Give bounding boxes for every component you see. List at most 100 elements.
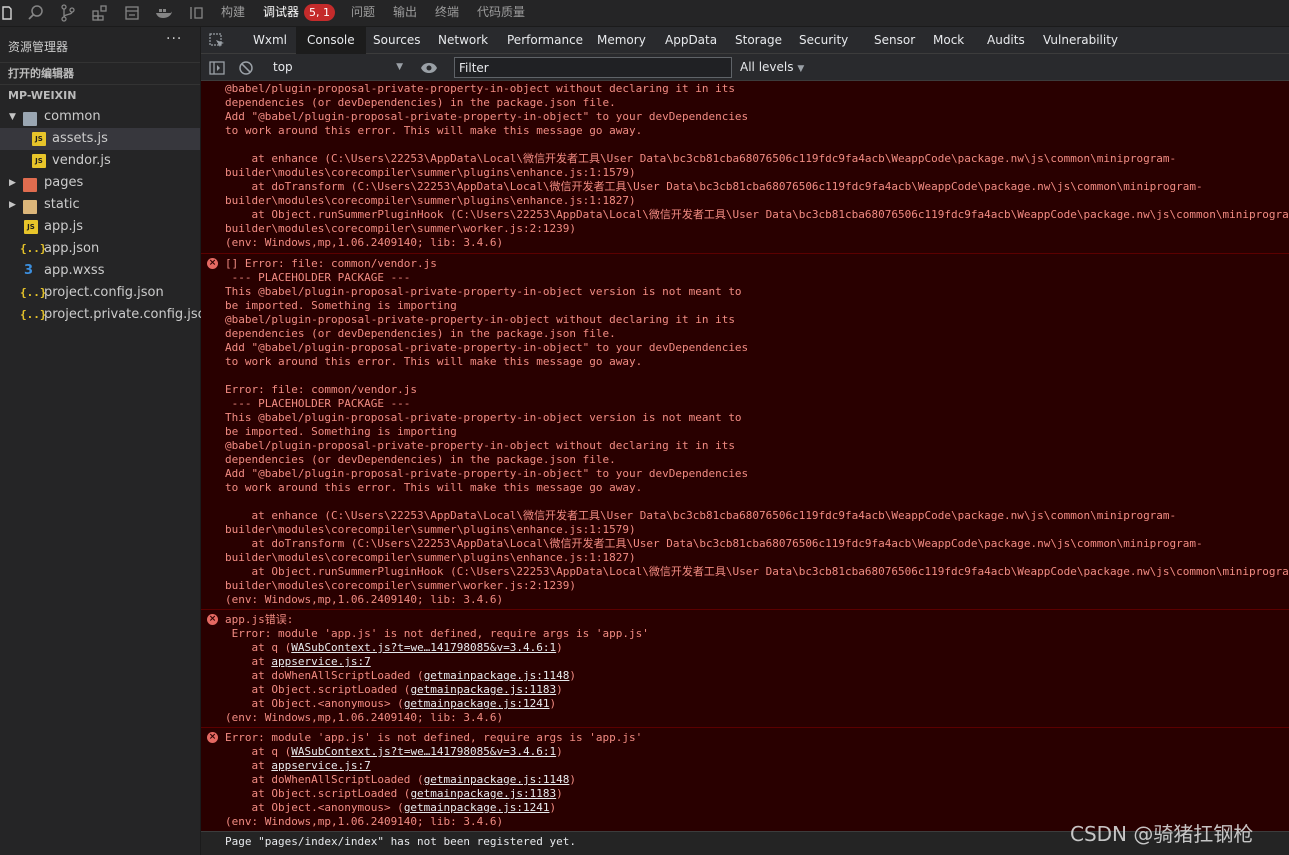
console-line: @babel/plugin-proposal-private-property-… — [225, 313, 735, 326]
tree-file-app-js[interactable]: JS app.js — [0, 216, 200, 238]
console-line: builder\modules\corecompiler\summer\plug… — [225, 166, 636, 179]
clear-console-icon[interactable] — [236, 58, 256, 78]
devtools-tab-memory[interactable]: Memory — [597, 27, 646, 54]
context-select[interactable]: top ▼ — [267, 57, 407, 78]
console-line: builder\modules\corecompiler\summer\work… — [225, 579, 576, 592]
source-link[interactable]: WASubContext.js?t=we…141798085&v=3.4.6:1 — [291, 641, 556, 654]
tree-file-app-wxss[interactable]: 3 app.wxss — [0, 260, 200, 282]
tree-file-project-config[interactable]: {..} project.config.json — [0, 282, 200, 304]
docker-icon[interactable] — [154, 3, 174, 23]
console-toolbar: top ▼ All levels ▼ — [201, 54, 1289, 81]
error-icon: × — [207, 732, 218, 743]
source-link[interactable]: appservice.js:7 — [271, 655, 370, 668]
console-line: (env: Windows,mp,1.06.2409140; lib: 3.4.… — [225, 593, 504, 606]
console-line: at enhance (C:\Users\22253\AppData\Local… — [225, 509, 1177, 522]
devtools-tab-sources[interactable]: Sources — [373, 27, 420, 54]
devtools-tab-mock[interactable]: Mock — [933, 27, 964, 54]
css-file-icon: 3 — [24, 263, 34, 278]
stack-frame-text: at — [225, 759, 272, 772]
devtools-tab-appdata[interactable]: AppData — [665, 27, 717, 54]
project-section[interactable]: MP-WEIXIN — [0, 84, 200, 106]
tree-label: assets.js — [52, 131, 108, 146]
tree-file-app-json[interactable]: {..} app.json — [0, 238, 200, 260]
devtools-tab-sensor[interactable]: Sensor — [874, 27, 915, 54]
compile-icon[interactable] — [122, 3, 142, 23]
explorer-sidebar: 资源管理器 ··· 打开的编辑器 MP-WEIXIN ▼ common JS a… — [0, 27, 214, 855]
tree-file-vendor-js[interactable]: JS vendor.js — [0, 150, 200, 172]
devtools-tab-wxml[interactable]: Wxml — [253, 27, 287, 54]
source-control-icon[interactable] — [58, 3, 78, 23]
devtools-tab-console[interactable]: Console — [296, 27, 366, 54]
console-line: be imported. Something is importing — [225, 299, 457, 312]
console-error-message: × Error: module 'app.js' is not defined,… — [201, 727, 1289, 831]
files-icon[interactable] — [0, 3, 20, 23]
search-icon[interactable] — [26, 3, 46, 23]
source-link[interactable]: WASubContext.js?t=we…141798085&v=3.4.6:1 — [291, 745, 556, 758]
console-line: builder\modules\corecompiler\summer\plug… — [225, 194, 636, 207]
console-line: --- PLACEHOLDER PACKAGE --- — [225, 397, 411, 410]
tab-debugger[interactable]: 调试器 — [263, 0, 299, 27]
extensions-icon[interactable] — [90, 3, 110, 23]
devtools-tab-security[interactable]: Security — [799, 27, 848, 54]
stack-frame: at appservice.js:7 — [225, 759, 642, 773]
inspect-element-icon[interactable] — [207, 31, 227, 51]
devtools-tab-performance[interactable]: Performance — [507, 27, 583, 54]
console-error-message: @babel/plugin-proposal-private-property-… — [201, 82, 1289, 254]
stack-frame-text: at doWhenAllScriptLoaded ( — [225, 669, 424, 682]
console-line: at doTransform (C:\Users\22253\AppData\L… — [225, 180, 1203, 193]
devtools-tab-audits[interactable]: Audits — [987, 27, 1025, 54]
split-panel-icon[interactable] — [186, 3, 206, 23]
devtools-tab-storage[interactable]: Storage — [735, 27, 782, 54]
devtools-tab-vulnerability[interactable]: Vulnerability — [1043, 27, 1118, 54]
source-link[interactable]: getmainpackage.js:1183 — [410, 787, 556, 800]
source-link[interactable]: getmainpackage.js:1241 — [404, 697, 550, 710]
tree-file-assets-js[interactable]: JS assets.js — [0, 128, 200, 150]
open-editors-section[interactable]: 打开的编辑器 — [0, 62, 200, 84]
stack-frame: at q (WASubContext.js?t=we…141798085&v=3… — [225, 641, 649, 655]
tab-build[interactable]: 构建 — [221, 0, 245, 27]
console-line: at Object.runSummerPluginHook (C:\Users\… — [225, 565, 1289, 578]
stack-frame: at doWhenAllScriptLoaded (getmainpackage… — [225, 669, 649, 683]
stack-frame-text: ) — [556, 641, 563, 654]
js-file-icon: JS — [24, 220, 38, 234]
console-env-line: (env: Windows,mp,1.06.2409140; lib: 3.4.… — [225, 711, 504, 724]
source-link[interactable]: getmainpackage.js:1183 — [410, 683, 556, 696]
console-line: @babel/plugin-proposal-private-property-… — [225, 82, 735, 95]
source-link[interactable]: appservice.js:7 — [271, 759, 370, 772]
tree-folder-pages[interactable]: ▶ pages — [0, 172, 200, 194]
devtools-tab-network[interactable]: Network — [438, 27, 488, 54]
more-actions-button[interactable]: ··· — [166, 31, 182, 47]
tab-code-quality[interactable]: 代码质量 — [477, 0, 525, 27]
stack-frame-text: ) — [549, 697, 557, 710]
stack-frame-text: ) — [569, 773, 577, 786]
tree-folder-common[interactable]: ▼ common — [0, 106, 200, 128]
error-icon: × — [207, 614, 218, 625]
filter-input[interactable] — [454, 57, 732, 78]
console-line: at enhance (C:\Users\22253\AppData\Local… — [225, 152, 1177, 165]
tree-label: pages — [44, 175, 84, 190]
explorer-title: 资源管理器 — [8, 40, 69, 54]
stack-frame: at doWhenAllScriptLoaded (getmainpackage… — [225, 773, 642, 787]
source-link[interactable]: getmainpackage.js:1148 — [424, 773, 570, 786]
stack-frame-text: at Object.<anonymous> ( — [225, 697, 404, 710]
source-link[interactable]: getmainpackage.js:1148 — [424, 669, 570, 682]
source-link[interactable]: getmainpackage.js:1241 — [404, 801, 550, 814]
tree-folder-static[interactable]: ▶ static — [0, 194, 200, 216]
console-error-message: × app.js错误: Error: module 'app.js' is no… — [201, 609, 1289, 727]
tree-file-project-private-config[interactable]: {..} project.private.config.json — [0, 304, 214, 326]
log-levels-dropdown[interactable]: All levels ▼ — [740, 57, 804, 78]
tree-label: static — [44, 197, 80, 212]
tab-problems[interactable]: 问题 — [351, 0, 375, 27]
eye-icon[interactable] — [419, 58, 439, 78]
json-file-icon: {..} — [20, 242, 47, 255]
top-toolbar: 构建 调试器 5, 1 问题 输出 终端 代码质量 — [0, 0, 1289, 27]
stack-frame: at Object.<anonymous> (getmainpackage.js… — [225, 697, 649, 711]
tab-output[interactable]: 输出 — [393, 0, 417, 27]
console-output[interactable]: @babel/plugin-proposal-private-property-… — [201, 81, 1289, 855]
sidebar-toggle-icon[interactable] — [207, 58, 227, 78]
console-line: at doTransform (C:\Users\22253\AppData\L… — [225, 537, 1203, 550]
stack-frame-text: ) — [549, 801, 557, 814]
stack-frame-text: at Object.<anonymous> ( — [225, 801, 404, 814]
stack-frame-text: at q ( — [225, 745, 292, 758]
tab-terminal[interactable]: 终端 — [435, 0, 459, 27]
